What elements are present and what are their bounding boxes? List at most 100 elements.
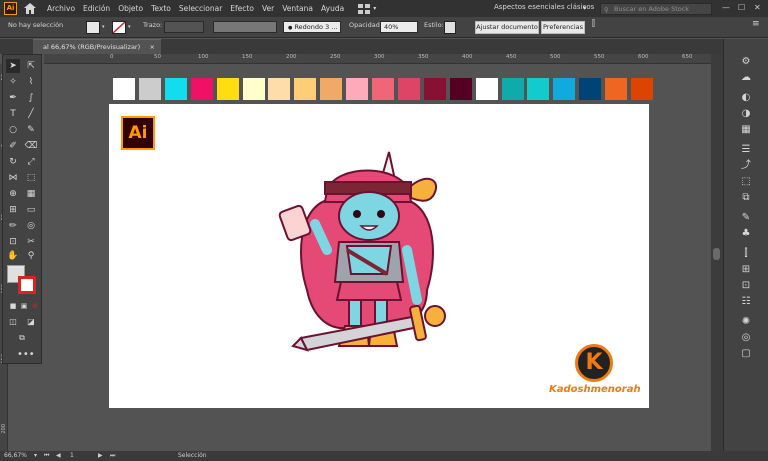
menu-ventana[interactable]: Ventana [282, 4, 313, 13]
gradient-tool-icon[interactable]: ▭ [24, 203, 38, 217]
home-icon[interactable] [23, 2, 37, 15]
color-swatch[interactable] [397, 78, 420, 100]
blend-tool-icon[interactable]: ◎ [24, 219, 38, 233]
width-tool-icon[interactable]: ⋈ [6, 171, 20, 185]
close-window-icon[interactable]: ✕ [754, 3, 761, 12]
asset-export-icon[interactable]: ⬚ [738, 175, 754, 189]
drawing-mode-icon[interactable]: ◫ [6, 315, 20, 329]
document-tab[interactable]: al 66,67% (RGB/Previsualizar) × [33, 39, 161, 54]
color-swatch[interactable] [164, 78, 187, 100]
perspective-grid-tool-icon[interactable]: ▦ [24, 187, 38, 201]
maximize-icon[interactable]: ☐ [738, 3, 745, 12]
graphic-style-swatch[interactable] [444, 21, 456, 34]
color-swatch[interactable] [501, 78, 524, 100]
fill-swatch[interactable] [86, 21, 100, 34]
pen-tool-icon[interactable]: ✒ [6, 91, 20, 105]
menu-ver[interactable]: Ver [262, 4, 274, 13]
color-swatch[interactable] [294, 78, 317, 100]
color-panel-icon[interactable]: ◐ [738, 91, 754, 105]
menu-archivo[interactable]: Archivo [47, 4, 75, 13]
artboard-number[interactable]: 1 [70, 452, 74, 459]
opacity-field[interactable]: 40% [380, 21, 418, 33]
prev-artboard-icon[interactable]: ◀ [56, 452, 61, 459]
color-guide-icon[interactable]: ◑ [738, 107, 754, 121]
color-swatch[interactable] [475, 78, 498, 100]
workspace-switcher[interactable]: Aspectos esenciales clásicos [494, 3, 594, 11]
align-panel-icon[interactable]: ⫿ [738, 247, 754, 261]
color-swatch[interactable] [113, 78, 135, 100]
more-tools-icon[interactable]: ••• [17, 349, 35, 360]
color-swatch[interactable] [579, 78, 602, 100]
stroke-swatch[interactable] [112, 21, 126, 34]
vertical-scrollbar[interactable] [711, 54, 723, 451]
last-artboard-icon[interactable]: ⏭ [110, 452, 115, 460]
ellipse-tool-icon[interactable]: ○ [6, 123, 20, 137]
symbols-panel-icon[interactable]: ♣ [738, 227, 754, 241]
type-tool-icon[interactable]: T [6, 107, 20, 121]
minimize-icon[interactable]: — [722, 3, 730, 12]
document-setup-button[interactable]: Ajustar documento [475, 21, 539, 34]
brushes-panel-icon[interactable]: ✎ [738, 211, 754, 225]
stroke-panel-icon[interactable]: ✺ [738, 315, 754, 329]
align-icon[interactable]: ⫿ [592, 19, 595, 29]
zoom-level[interactable]: 66,67% [4, 452, 27, 459]
lasso-tool-icon[interactable]: ⌇ [24, 75, 38, 89]
scroll-thumb[interactable] [713, 248, 720, 260]
rotate-tool-icon[interactable]: ↻ [6, 155, 20, 169]
arrange-documents-icon[interactable] [358, 3, 371, 14]
paintbrush-tool-icon[interactable]: ✎ [24, 123, 38, 137]
arrange-chevron-icon[interactable]: ▾ [373, 5, 376, 12]
color-swatch[interactable] [320, 78, 343, 100]
line-tool-icon[interactable]: ╱ [24, 107, 38, 121]
selection-tool-icon[interactable]: ➤ [6, 59, 20, 73]
hand-tool-icon[interactable]: ✋ [6, 249, 20, 263]
close-tab-icon[interactable]: × [150, 40, 155, 54]
menu-texto[interactable]: Texto [151, 4, 171, 13]
curvature-tool-icon[interactable]: ∫ [24, 91, 38, 105]
draw-inside-icon[interactable]: ◪ [24, 315, 38, 329]
stroke-weight-field[interactable] [164, 21, 204, 33]
menu-efecto[interactable]: Efecto [230, 4, 254, 13]
first-artboard-icon[interactable]: ⏮ [44, 452, 49, 460]
color-swatch[interactable] [605, 78, 628, 100]
appearance-panel-icon[interactable]: ☷ [738, 295, 754, 309]
panel-menu-icon[interactable]: ≡ [752, 19, 760, 29]
shape-builder-tool-icon[interactable]: ⊕ [6, 187, 20, 201]
artboard-tool-icon[interactable]: ⊡ [6, 235, 20, 249]
workspace-chevron-icon[interactable]: ▾ [583, 4, 587, 12]
color-swatch[interactable] [242, 78, 265, 100]
color-swatch[interactable] [631, 78, 653, 100]
color-swatch[interactable] [138, 78, 161, 100]
properties-panel-icon[interactable]: ⚙ [738, 55, 754, 69]
next-artboard-icon[interactable]: ▶ [98, 452, 103, 459]
menu-edicion[interactable]: Edición [83, 4, 110, 13]
screen-mode-icon[interactable]: ⧉ [15, 331, 29, 345]
slice-tool-icon[interactable]: ✂ [24, 235, 38, 249]
export-icon[interactable]: ⤴ [738, 159, 754, 173]
color-swatch[interactable] [553, 78, 576, 100]
color-swatch[interactable] [190, 78, 213, 100]
menu-ayuda[interactable]: Ayuda [321, 4, 344, 13]
layers-panel-icon[interactable]: ☰ [738, 143, 754, 157]
brush-definition[interactable]: ● Redondo 3 ... [283, 21, 341, 33]
mesh-tool-icon[interactable]: ⊞ [6, 203, 20, 217]
swatches-panel-icon[interactable]: ▦ [738, 123, 754, 137]
pathfinder-panel-icon[interactable]: ⊞ [738, 263, 754, 277]
stock-search-input[interactable]: ⚲ Buscar en Adobe Stock [600, 3, 712, 15]
eraser-tool-icon[interactable]: ⌫ [24, 139, 38, 153]
fill-chevron-icon[interactable]: ▾ [102, 24, 105, 30]
transparency-panel-icon[interactable]: ◎ [738, 331, 754, 345]
transform-panel-icon[interactable]: ⊡ [738, 279, 754, 293]
scale-tool-icon[interactable]: ⤢ [24, 155, 38, 169]
menu-objeto[interactable]: Objeto [118, 4, 143, 13]
stroke-color-box[interactable] [18, 276, 36, 294]
color-swatch[interactable] [346, 78, 369, 100]
magic-wand-tool-icon[interactable]: ✧ [6, 75, 20, 89]
color-swatch[interactable] [268, 78, 291, 100]
preferences-button[interactable]: Preferencias [541, 21, 585, 34]
eyedropper-tool-icon[interactable]: ✏ [6, 219, 20, 233]
shaper-tool-icon[interactable]: ✐ [6, 139, 20, 153]
artboard[interactable]: Ai K Kadoshmenorah [109, 104, 649, 408]
graphic-styles-icon[interactable]: ▢ [738, 347, 754, 361]
zoom-chevron-icon[interactable]: ▾ [34, 452, 37, 459]
